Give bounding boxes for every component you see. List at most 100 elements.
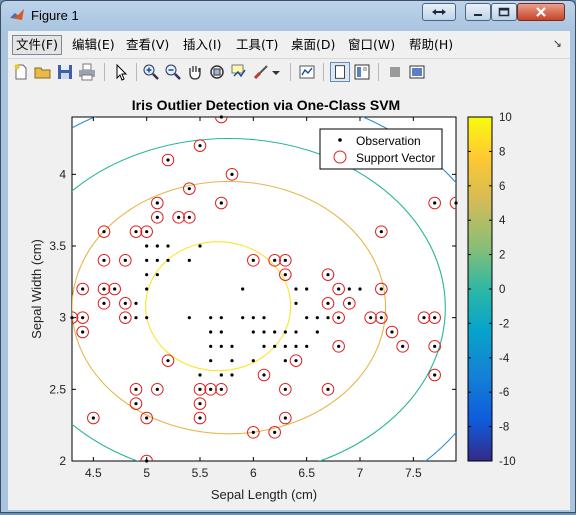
save-icon[interactable]	[55, 62, 75, 82]
brush-dropdown-icon[interactable]	[270, 62, 282, 82]
x-tick-label: 7	[357, 466, 364, 480]
observation-point	[454, 201, 458, 205]
observation-point	[347, 287, 351, 291]
observation-point	[326, 273, 330, 277]
legend-support-vector-label: Support Vector	[356, 151, 435, 165]
menu-view[interactable]: 查看(V)	[123, 35, 172, 55]
observation-point	[209, 330, 213, 334]
one-class-svm-plot[interactable]: Iris Outlier Detection via One-Class SVM…	[8, 85, 570, 510]
observation-point	[81, 316, 85, 320]
observation-point	[433, 373, 437, 377]
observation-point	[379, 287, 383, 291]
print-icon[interactable]	[77, 62, 97, 82]
observation-point	[337, 287, 341, 291]
observation-point	[219, 115, 223, 119]
insert-legend-icon[interactable]	[407, 62, 427, 82]
legend[interactable]: Observation Support Vector	[319, 128, 443, 170]
menu-desktop[interactable]: 桌面(D)	[288, 35, 338, 55]
toolbar-separator	[378, 63, 379, 81]
colorbar-tick-label: -10	[499, 456, 516, 468]
observation-point	[219, 373, 223, 377]
observation-point	[230, 373, 234, 377]
observation-point	[134, 316, 138, 320]
maximize-button[interactable]	[491, 3, 517, 21]
observation-point	[166, 244, 170, 248]
observation-point	[315, 330, 319, 334]
menubar-dock-arrow-icon[interactable]: ↘	[553, 37, 562, 50]
observation-point	[134, 402, 138, 406]
window-title: Figure 1	[31, 8, 79, 23]
zoom-out-icon[interactable]	[163, 62, 183, 82]
x-tick-label: 5.5	[192, 466, 209, 480]
observation-point	[273, 430, 277, 434]
observation-point	[251, 359, 255, 363]
observation-point	[283, 273, 287, 277]
observation-point	[262, 344, 266, 348]
y-tick-label: 2	[59, 454, 66, 468]
pan-hand-icon[interactable]	[185, 62, 205, 82]
observation-point	[251, 316, 255, 320]
restore-arrows-button[interactable]	[422, 3, 456, 21]
observation-point	[102, 230, 106, 234]
colorbar-tick-label: -4	[499, 353, 510, 365]
colorbar-tick-label: 6	[499, 181, 505, 193]
y-tick-label: 4	[59, 167, 66, 181]
menu-tools[interactable]: 工具(T)	[233, 35, 281, 55]
colorbar[interactable]	[467, 116, 493, 462]
colorbar-tick-label: -2	[499, 318, 509, 330]
show-plot-tools-icon[interactable]	[352, 62, 372, 82]
colorbar-tick-label: -8	[499, 422, 509, 434]
observation-point	[155, 258, 159, 262]
minimize-button[interactable]	[465, 3, 491, 21]
chart-title: Iris Outlier Detection via One-Class SVM	[132, 97, 400, 113]
select-arrow-icon[interactable]	[111, 62, 131, 82]
figure-window: Figure 1 文件(F) 编辑(E) 查看(V) 插入(I) 工具(T) 桌…	[0, 0, 576, 513]
observation-point	[166, 359, 170, 363]
observation-point	[273, 330, 277, 334]
x-tick-label: 6	[250, 466, 257, 480]
legend-observation-label: Observation	[356, 134, 421, 148]
observation-point	[315, 316, 319, 320]
rotate-3d-icon[interactable]	[207, 62, 227, 82]
observation-point	[209, 387, 213, 391]
open-file-icon[interactable]	[33, 62, 53, 82]
menu-insert[interactable]: 插入(I)	[180, 35, 224, 55]
observation-point	[209, 344, 213, 348]
observation-point	[219, 330, 223, 334]
menu-window[interactable]: 窗口(W)	[345, 35, 398, 55]
toolbar-separator	[323, 63, 324, 81]
insert-colorbar-icon[interactable]	[385, 62, 405, 82]
observation-point	[219, 316, 223, 320]
colorbar-tick-label: 2	[499, 250, 505, 262]
observation-point	[251, 330, 255, 334]
observation-point	[230, 172, 234, 176]
new-figure-icon[interactable]	[11, 62, 31, 82]
x-tick-label: 7.5	[405, 466, 422, 480]
menu-edit[interactable]: 编辑(E)	[69, 35, 118, 55]
title-bar[interactable]: Figure 1	[1, 1, 575, 29]
observation-point	[145, 244, 149, 248]
menu-help[interactable]: 帮助(H)	[406, 35, 456, 55]
y-axis-label: Sepal Width (cm)	[29, 239, 44, 339]
observation-point	[305, 344, 309, 348]
observation-point	[198, 244, 202, 248]
brush-icon[interactable]	[251, 62, 271, 82]
observation-point	[81, 330, 85, 334]
link-plot-icon[interactable]	[297, 62, 317, 82]
observation-point	[155, 244, 159, 248]
observation-point	[230, 344, 234, 348]
observation-point	[347, 301, 351, 305]
close-button[interactable]	[517, 3, 565, 21]
observation-point	[283, 344, 287, 348]
observation-point	[433, 316, 437, 320]
close-icon	[536, 7, 546, 17]
observation-point	[305, 316, 309, 320]
zoom-in-icon[interactable]	[141, 62, 161, 82]
observation-point	[262, 330, 266, 334]
observation-point	[294, 344, 298, 348]
menu-file[interactable]: 文件(F)	[12, 35, 62, 55]
hide-plot-tools-icon[interactable]	[330, 62, 350, 82]
observation-point	[102, 258, 106, 262]
data-cursor-icon[interactable]	[229, 62, 249, 82]
observation-point	[145, 316, 149, 320]
